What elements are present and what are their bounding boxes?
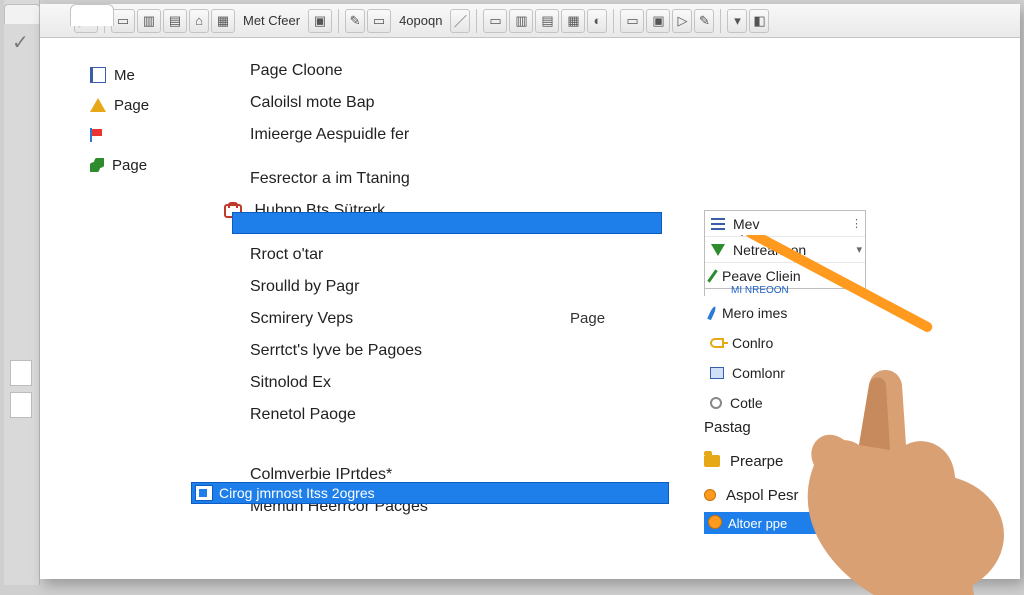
tool-btn-1[interactable]: ▭ xyxy=(111,9,135,33)
dropdown-label: Peave Cliein xyxy=(722,268,801,284)
menu-item[interactable]: Caloilsl mote Bap xyxy=(250,90,690,116)
sidebar-item-flag[interactable] xyxy=(90,120,210,150)
tool-btn-3[interactable]: ▤ xyxy=(163,9,187,33)
dropdown-item[interactable]: Netreariaon ▾ xyxy=(705,237,865,263)
page-icon xyxy=(195,485,213,501)
selected-label: Altoer ppe xyxy=(728,516,787,531)
menu-item-label: Comlonr xyxy=(732,365,785,381)
check-icon: ✓ xyxy=(12,30,29,55)
tool-btn-7[interactable]: ✎ xyxy=(345,9,365,33)
tool-btn-4[interactable]: ⌂ xyxy=(189,9,209,33)
radio-icon xyxy=(710,397,722,409)
warning-icon xyxy=(90,98,106,112)
menu-item-label: Scmirery Veps xyxy=(250,310,353,327)
tool-btn-18[interactable]: ✎ xyxy=(694,9,714,33)
tool-btn-17[interactable]: ▷ xyxy=(672,9,692,33)
dropdown-label: Mev xyxy=(733,216,759,232)
sidebar-item-page-2[interactable]: Page xyxy=(90,150,210,180)
key-icon xyxy=(710,338,724,348)
menu-item[interactable]: Conlro xyxy=(704,328,866,358)
selected-item[interactable]: Altoer ppe xyxy=(704,512,824,534)
separator xyxy=(476,9,477,33)
box-icon xyxy=(710,367,724,379)
sidebar-item-label: Me xyxy=(114,67,135,84)
selection-bar-1[interactable] xyxy=(232,212,662,234)
menu-item[interactable]: Sitnolod Ex xyxy=(250,370,690,396)
dropdown-label: Netreariaon xyxy=(733,242,806,258)
chevron-down-icon: ⋮ xyxy=(851,217,862,230)
menu-item[interactable]: Page Cloone xyxy=(250,58,690,84)
sidebar-item-me[interactable]: Me xyxy=(90,60,210,90)
tool-btn-2[interactable]: ▥ xyxy=(137,9,161,33)
pen-icon xyxy=(707,269,717,282)
folder-icon xyxy=(704,455,720,467)
sidebar-item-page-1[interactable]: Page xyxy=(90,90,210,120)
sidebar-item-label: Page xyxy=(114,97,149,114)
main-list: Page Cloone Caloilsl mote Bap Imieerge A… xyxy=(250,58,690,520)
separator xyxy=(338,9,339,33)
menu-item[interactable]: Rroct o'tar xyxy=(250,242,690,268)
app-frame: 📌 ▭ ▥ ▤ ⌂ ▦ Met Cfeer ▣ ✎ ▭ 4opoqn ／ ▭ ▥… xyxy=(40,4,1020,579)
selection-bar-2[interactable]: Cirog jmrnost Itss 2ogres xyxy=(191,482,669,504)
separator xyxy=(613,9,614,33)
sidebar-item-label: Page xyxy=(112,157,147,174)
menu-item-label: Cotle xyxy=(730,395,763,411)
menu-item-label: Aspol Pesr xyxy=(726,487,799,504)
tool-btn-10[interactable]: ▭ xyxy=(483,9,507,33)
page-thumb-2[interactable] xyxy=(10,392,32,418)
page-thumb-1[interactable] xyxy=(10,360,32,386)
tool-btn-5[interactable]: ▦ xyxy=(211,9,235,33)
flag-icon xyxy=(90,128,102,142)
menu-item-label: Prearpe xyxy=(730,453,783,470)
tool-btn-13[interactable]: ▦ xyxy=(561,9,585,33)
list-icon xyxy=(711,218,725,230)
menu-item[interactable]: Pastag xyxy=(704,410,904,444)
tool-btn-20[interactable]: ◧ xyxy=(749,9,769,33)
tool-btn-12[interactable]: ▤ xyxy=(535,9,559,33)
toolbar-label-1: Met Cfeer xyxy=(237,13,306,28)
pin-icon xyxy=(704,489,716,501)
toolbar: 📌 ▭ ▥ ▤ ⌂ ▦ Met Cfeer ▣ ✎ ▭ 4opoqn ／ ▭ ▥… xyxy=(40,4,1020,38)
document-icon xyxy=(90,67,106,83)
tool-btn-15[interactable]: ▭ xyxy=(620,9,644,33)
feather-icon xyxy=(707,306,717,320)
menu-item[interactable]: Mero imes xyxy=(704,298,866,328)
menu-item[interactable]: Sroulld by Pagr xyxy=(250,274,690,300)
separator xyxy=(720,9,721,33)
rail-tab[interactable] xyxy=(4,4,40,24)
tool-btn-9[interactable]: ／ xyxy=(450,9,470,33)
selection-label: Cirog jmrnost Itss 2ogres xyxy=(191,485,375,501)
chevron-down-icon: ▾ xyxy=(856,243,862,256)
menu-item[interactable]: Serrtct's lyve be Pagoes xyxy=(250,338,690,364)
menu-item[interactable]: Aspol Pesr xyxy=(704,478,904,512)
menu-item-label: Pastag xyxy=(704,419,751,436)
dropdown-item[interactable]: Mev ⋮ xyxy=(705,211,865,237)
right-column-2: Pastag Prearpe Aspol Pesr Altoer ppe xyxy=(704,410,904,534)
menu-item[interactable]: Fesrector a im Ttaning xyxy=(250,166,690,192)
document-tab[interactable] xyxy=(70,4,114,26)
page-column-label: Page xyxy=(570,310,605,327)
tool-btn-16[interactable]: ▣ xyxy=(646,9,670,33)
menu-item[interactable]: Renetol Paoge xyxy=(250,402,690,428)
left-rail: ✓ xyxy=(4,0,40,585)
dropdown-panel: Mev ⋮ Netreariaon ▾ Peave Cliein MI NREO… xyxy=(704,210,866,418)
menu-item[interactable]: Scmirery Veps Page xyxy=(250,306,690,332)
tool-btn-19[interactable]: ▾ xyxy=(727,9,747,33)
funnel-icon xyxy=(711,244,725,256)
menu-item[interactable]: Comlonr xyxy=(704,358,866,388)
menu-item-label: Mero imes xyxy=(722,305,787,321)
toolbar-label-2: 4opoqn xyxy=(393,13,448,28)
tool-btn-8[interactable]: ▭ xyxy=(367,9,391,33)
leaf-icon xyxy=(90,158,104,172)
sidebar: Me Page Page xyxy=(90,60,210,180)
menu-item[interactable]: Imieerge Aespuidle fer xyxy=(250,122,690,148)
tool-btn-11[interactable]: ▥ xyxy=(509,9,533,33)
pin-icon xyxy=(708,515,722,529)
menu-item[interactable]: Prearpe xyxy=(704,444,904,478)
tool-btn-14[interactable]: ◐ xyxy=(587,9,607,33)
dropdown-subtext: MI NREOON xyxy=(705,285,865,296)
menu-item-label: Conlro xyxy=(732,335,773,351)
tool-btn-6[interactable]: ▣ xyxy=(308,9,332,33)
